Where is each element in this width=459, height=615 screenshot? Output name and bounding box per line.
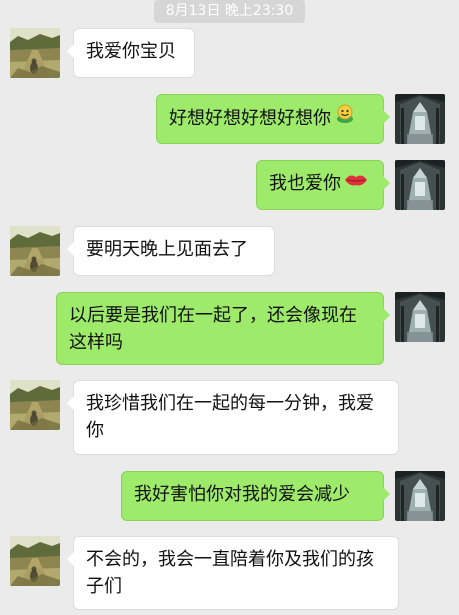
message-text: 要明天晚上见面去了 <box>86 239 248 260</box>
chat-timestamp: 8月13日 晚上23:30 <box>153 0 306 23</box>
message-text: 我珍惜我们在一起的每一分钟，我爱你 <box>86 393 374 441</box>
smiley-emoji-icon <box>334 102 356 132</box>
received-message-bubble[interactable]: 我爱你宝贝 <box>67 28 195 78</box>
message-row: 要明天晚上见面去了 <box>0 226 459 278</box>
message-row: 以后要是我们在一起了，还会像现在这样吗 <box>0 292 459 366</box>
contact-avatar[interactable] <box>10 28 60 78</box>
my-avatar[interactable] <box>395 292 445 342</box>
sent-message-bubble[interactable]: 我也爱你 <box>256 160 390 210</box>
sent-message-bubble[interactable]: 以后要是我们在一起了，还会像现在这样吗 <box>56 292 390 365</box>
my-avatar[interactable] <box>395 94 445 144</box>
message-row: 好想好想好想好想你 <box>0 94 459 146</box>
received-message-bubble[interactable]: 要明天晚上见面去了 <box>67 226 275 276</box>
message-text: 我也爱你 <box>269 173 341 194</box>
message-text: 不会的，我会一直陪着你及我们的孩子们 <box>86 549 374 597</box>
contact-avatar[interactable] <box>10 536 60 586</box>
received-message-bubble[interactable]: 我珍惜我们在一起的每一分钟，我爱你 <box>67 380 399 455</box>
my-avatar[interactable] <box>395 471 445 521</box>
message-text: 我爱你宝贝 <box>86 41 176 62</box>
message-row: 我爱你宝贝 <box>0 28 459 80</box>
message-text: 以后要是我们在一起了，还会像现在这样吗 <box>69 305 357 353</box>
message-row: 我也爱你 <box>0 160 459 212</box>
message-row: 我好害怕你对我的爱会减少 <box>0 471 459 523</box>
timestamp-bar: 8月13日 晚上23:30 <box>0 0 459 23</box>
message-row: 我珍惜我们在一起的每一分钟，我爱你 <box>0 380 459 456</box>
contact-avatar[interactable] <box>10 226 60 276</box>
message-text: 我好害怕你对我的爱会减少 <box>134 484 350 505</box>
my-avatar[interactable] <box>395 160 445 210</box>
sent-message-bubble[interactable]: 我好害怕你对我的爱会减少 <box>121 471 390 521</box>
message-text: 好想好想好想好想你 <box>169 108 331 129</box>
lips-emoji-icon <box>344 169 368 196</box>
message-row: 不会的，我会一直陪着你及我们的孩子们 <box>0 536 459 612</box>
received-message-bubble[interactable]: 不会的，我会一直陪着你及我们的孩子们 <box>67 536 399 610</box>
sent-message-bubble[interactable]: 好想好想好想好想你 <box>156 94 390 144</box>
contact-avatar[interactable] <box>10 380 60 430</box>
